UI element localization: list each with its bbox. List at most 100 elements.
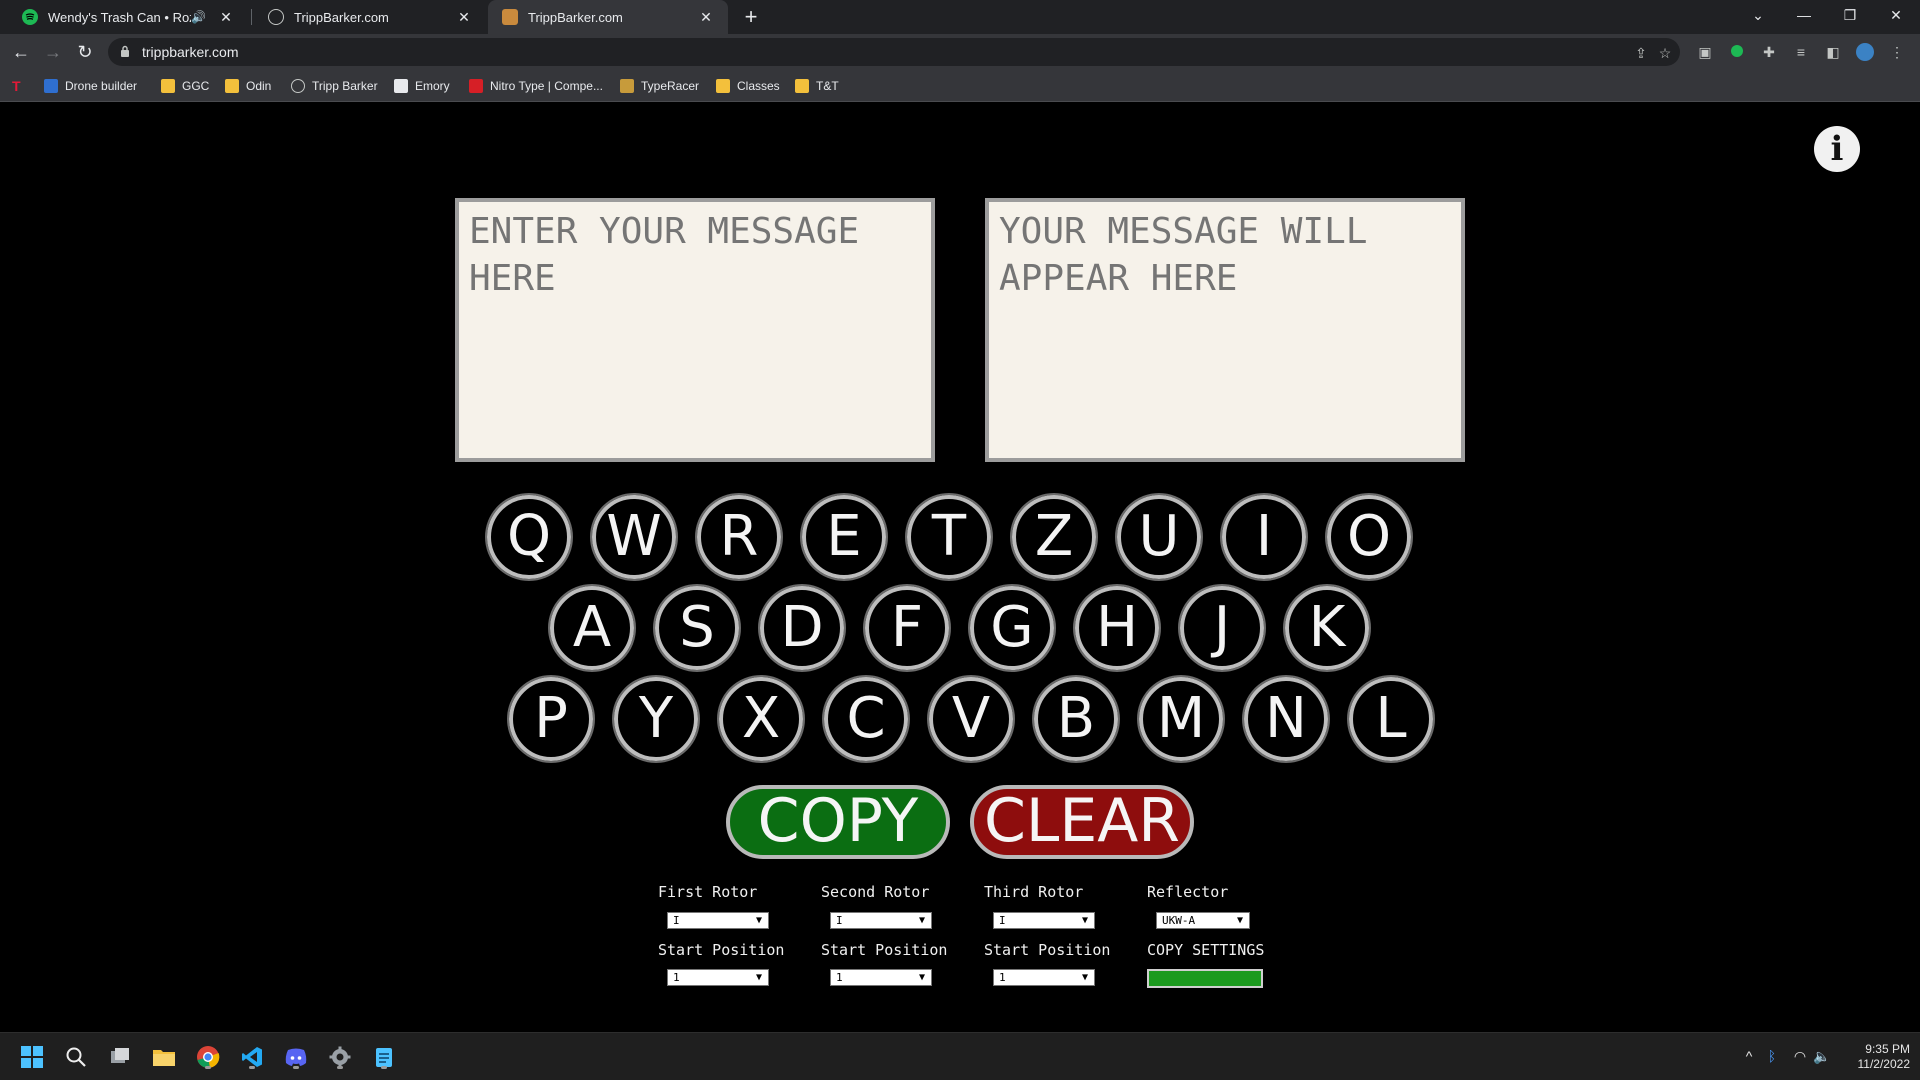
system-clock[interactable]: 9:35 PM 11/2/2022 — [1836, 1042, 1911, 1072]
address-bar[interactable]: trippbarker.com ⇪ ☆ — [108, 38, 1680, 66]
key-g[interactable]: G — [968, 584, 1056, 672]
select-value: I — [999, 914, 1006, 927]
bookmark-ggc[interactable]: GGC — [161, 77, 209, 95]
key-t[interactable]: T — [905, 493, 993, 581]
second-start-position-select[interactable]: 1 ▼ — [830, 969, 932, 986]
key-l[interactable]: L — [1347, 675, 1435, 763]
key-f[interactable]: F — [863, 584, 951, 672]
back-button[interactable]: ← — [7, 38, 35, 66]
clear-button[interactable]: CLEAR — [970, 785, 1194, 859]
bookmark-label: Classes — [737, 79, 780, 93]
bookmark-drone-builder[interactable]: Drone builder — [44, 77, 137, 95]
key-k[interactable]: K — [1283, 584, 1371, 672]
minimize-button[interactable]: — — [1781, 0, 1827, 30]
key-h[interactable]: H — [1073, 584, 1161, 672]
key-r[interactable]: R — [695, 493, 783, 581]
third-start-position-select[interactable]: 1 ▼ — [993, 969, 1095, 986]
settings-icon[interactable] — [326, 1043, 354, 1071]
tesla-icon[interactable]: T — [12, 77, 21, 95]
third-rotor-select[interactable]: I ▼ — [993, 912, 1095, 929]
reload-button[interactable]: ↻ — [71, 38, 99, 66]
chrome-icon[interactable] — [194, 1043, 222, 1071]
chevron-up-icon[interactable]: ^ — [1740, 1048, 1758, 1064]
menu-icon[interactable]: ⋮ — [1888, 43, 1906, 61]
key-v[interactable]: V — [927, 675, 1015, 763]
file-explorer-icon[interactable] — [150, 1043, 178, 1071]
copy-button[interactable]: COPY — [726, 785, 950, 859]
bookmark-star-icon[interactable]: ☆ — [1656, 44, 1674, 62]
tab-trippbarker-1[interactable]: TrippBarker.com ✕ — [254, 0, 486, 34]
bookmark-typeracer[interactable]: TypeRacer — [620, 77, 699, 95]
lock-icon — [121, 45, 129, 57]
side-panel-icon[interactable]: ◧ — [1824, 43, 1842, 61]
key-o[interactable]: O — [1325, 493, 1413, 581]
restore-button[interactable]: ❐ — [1827, 0, 1873, 30]
discord-icon[interactable] — [282, 1043, 310, 1071]
green-extension-icon[interactable] — [1728, 43, 1746, 61]
profile-avatar[interactable] — [1856, 43, 1874, 61]
forward-button[interactable]: → — [39, 38, 67, 66]
second-rotor-select[interactable]: I ▼ — [830, 912, 932, 929]
speaker-icon[interactable]: 🔊 — [191, 10, 206, 24]
tab-spotify[interactable]: Wendy's Trash Can • Rozwell 🔊 ✕ — [8, 0, 248, 34]
bluetooth-icon[interactable]: ᛒ — [1763, 1048, 1781, 1064]
close-tab-icon[interactable]: ✕ — [698, 9, 714, 26]
media-control-icon[interactable]: ≡ — [1792, 43, 1810, 61]
bookmark-label: Emory — [415, 79, 450, 93]
key-q[interactable]: Q — [485, 493, 573, 581]
folder-icon — [225, 79, 239, 93]
key-c[interactable]: C — [822, 675, 910, 763]
running-indicator — [205, 1066, 211, 1069]
key-u[interactable]: U — [1115, 493, 1203, 581]
key-p[interactable]: P — [507, 675, 595, 763]
vscode-icon[interactable] — [238, 1043, 266, 1071]
message-input[interactable] — [455, 198, 935, 462]
reflector-label: Reflector — [1147, 883, 1229, 901]
notepad-icon[interactable] — [370, 1043, 398, 1071]
message-output[interactable] — [985, 198, 1465, 462]
browser-toolbar: ← → ↻ trippbarker.com ⇪ ☆ ▣ ✚ ≡ ◧ ⋮ — [0, 34, 1920, 70]
running-indicator — [381, 1066, 387, 1069]
copy-settings-button[interactable] — [1147, 969, 1263, 988]
bookmark-nitro-type[interactable]: Nitro Type | Compe... — [469, 77, 603, 95]
wifi-icon[interactable]: ◠ — [1791, 1048, 1809, 1065]
bookmark-t-and-t[interactable]: T&T — [795, 77, 839, 95]
volume-icon[interactable]: 🔈 — [1813, 1048, 1831, 1065]
key-w[interactable]: W — [590, 493, 678, 581]
key-a[interactable]: A — [548, 584, 636, 672]
bookmarks-bar: T Drone builder GGC Odin Tripp Barker Em… — [0, 70, 1920, 102]
key-m[interactable]: M — [1137, 675, 1225, 763]
bookmark-emory[interactable]: Emory — [394, 77, 450, 95]
first-rotor-select[interactable]: I ▼ — [667, 912, 769, 929]
spotify-icon — [22, 9, 38, 25]
key-d[interactable]: D — [758, 584, 846, 672]
share-icon[interactable]: ⇪ — [1632, 44, 1650, 62]
extension-icon[interactable]: ▣ — [1696, 43, 1714, 61]
key-b[interactable]: B — [1032, 675, 1120, 763]
bookmark-tripp-barker[interactable]: Tripp Barker — [291, 77, 378, 95]
key-x[interactable]: X — [717, 675, 805, 763]
close-window-button[interactable]: ✕ — [1873, 0, 1919, 30]
key-j[interactable]: J — [1178, 584, 1266, 672]
windows-start-icon[interactable] — [18, 1043, 46, 1071]
search-icon[interactable] — [62, 1043, 90, 1071]
second-start-position-label: Start Position — [821, 941, 948, 959]
task-view-icon[interactable] — [106, 1043, 134, 1071]
close-tab-icon[interactable]: ✕ — [456, 9, 472, 26]
tab-search-button[interactable]: ⌄ — [1735, 0, 1781, 30]
info-button[interactable]: i — [1814, 126, 1860, 172]
bookmark-classes[interactable]: Classes — [716, 77, 780, 95]
puzzle-icon[interactable]: ✚ — [1760, 43, 1778, 61]
key-i[interactable]: I — [1220, 493, 1308, 581]
reflector-select[interactable]: UKW-A ▼ — [1156, 912, 1250, 929]
key-n[interactable]: N — [1242, 675, 1330, 763]
key-z[interactable]: Z — [1010, 493, 1098, 581]
new-tab-button[interactable]: + — [738, 4, 764, 30]
bookmark-odin[interactable]: Odin — [225, 77, 271, 95]
first-start-position-select[interactable]: 1 ▼ — [667, 969, 769, 986]
key-e[interactable]: E — [800, 493, 888, 581]
key-s[interactable]: S — [653, 584, 741, 672]
key-y[interactable]: Y — [612, 675, 700, 763]
tab-trippbarker-active[interactable]: TrippBarker.com ✕ — [488, 0, 728, 34]
close-tab-icon[interactable]: ✕ — [218, 9, 234, 26]
